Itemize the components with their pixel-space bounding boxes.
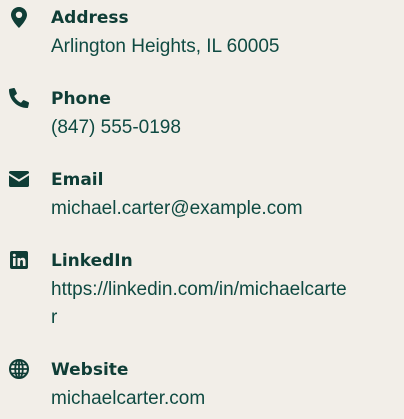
website-label: Website	[51, 360, 129, 380]
map-pin-icon	[8, 6, 30, 28]
phone-label: Phone	[51, 89, 111, 109]
linkedin-icon	[8, 249, 30, 271]
address-value: Arlington Heights, IL 60005	[51, 36, 280, 57]
email-value: michael.carter@example.com	[51, 198, 303, 219]
phone-value: (847) 555-0198	[51, 117, 181, 138]
email-label: Email	[51, 170, 104, 190]
linkedin-value[interactable]: https://linkedin.com/in/michaelcarter	[51, 276, 351, 332]
website-value[interactable]: michaelcarter.com	[51, 385, 351, 413]
globe-icon	[8, 358, 30, 380]
envelope-icon	[8, 168, 30, 190]
address-label: Address	[51, 8, 129, 28]
contact-info-list: Address Arlington Heights, IL 60005 Phon…	[0, 0, 404, 419]
linkedin-label: LinkedIn	[51, 251, 133, 271]
phone-icon	[8, 87, 30, 109]
